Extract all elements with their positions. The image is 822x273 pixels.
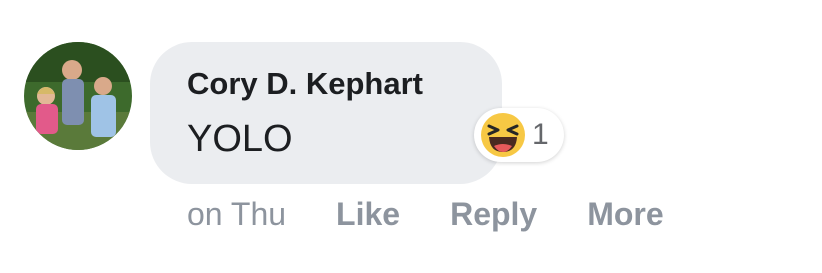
haha-reaction-icon [481,113,525,157]
reaction-summary[interactable]: 1 [474,108,564,162]
author-name[interactable]: Cory D. Kephart [187,66,423,102]
comment-bubble: Cory D. Kephart YOLO [150,42,502,184]
reaction-count: 1 [532,118,549,151]
timestamp[interactable]: on Thu [187,196,286,233]
comment-text: YOLO [187,118,293,160]
comment: Cory D. Kephart YOLO 1 on Thu Like Reply… [0,0,822,273]
avatar-photo [24,42,132,150]
reply-button[interactable]: Reply [450,196,537,233]
avatar[interactable] [24,42,132,150]
comment-actions: on Thu Like Reply More [187,196,664,233]
more-button[interactable]: More [587,196,663,233]
like-button[interactable]: Like [336,196,400,233]
